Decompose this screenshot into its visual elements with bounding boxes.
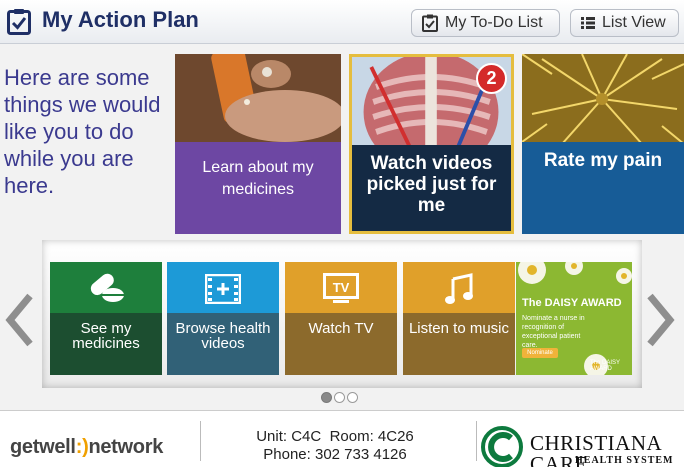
getwell-network-logo: getwell:)network bbox=[10, 436, 163, 459]
pager-dot[interactable] bbox=[347, 392, 358, 403]
tile-learn-medicines[interactable]: Learn about my medicines bbox=[175, 54, 341, 234]
intro-text: Here are some things we would like you t… bbox=[4, 65, 161, 198]
hospital-subtitle: HEALTH SYSTEM bbox=[575, 455, 674, 466]
card-listen-music[interactable]: Listen to music bbox=[403, 262, 515, 375]
tile-label: Rate my pain bbox=[543, 150, 663, 171]
card-icon-area bbox=[50, 262, 162, 315]
list-icon bbox=[581, 17, 595, 29]
card-label: Browse health videos bbox=[175, 320, 271, 352]
card-label: Watch TV bbox=[308, 320, 374, 337]
card-browse-videos[interactable]: Browse health videos bbox=[167, 262, 279, 375]
card-watch-tv[interactable]: TV Watch TV bbox=[285, 262, 397, 375]
tile-rate-pain[interactable]: Rate my pain bbox=[522, 54, 684, 234]
christiana-care-logo-icon bbox=[481, 426, 523, 467]
svg-text:TV: TV bbox=[333, 280, 350, 295]
card-see-medicines[interactable]: See my medicines bbox=[50, 262, 162, 375]
card-icon-area bbox=[167, 262, 279, 315]
carousel-pager bbox=[321, 392, 358, 403]
brand-left: getwell bbox=[10, 436, 76, 458]
list-view-button[interactable]: List View bbox=[570, 9, 679, 37]
page-title: My Action Plan bbox=[42, 7, 199, 32]
room-info: Unit: C4C Room: 4C26 Phone: 302 733 4126 bbox=[240, 428, 430, 464]
card-icon-area: TV bbox=[285, 262, 397, 315]
notification-badge: 2 bbox=[476, 63, 507, 94]
chevron-left-icon[interactable] bbox=[2, 292, 38, 348]
my-todo-list-label: My To-Do List bbox=[445, 14, 543, 31]
daisy-text: Nominate a nurse in recognition of excep… bbox=[522, 315, 585, 349]
clipboard-check-icon bbox=[7, 9, 31, 35]
brand-smile: :) bbox=[75, 436, 89, 458]
tv-icon: TV bbox=[323, 272, 359, 303]
card-label: See my medicines bbox=[72, 320, 140, 352]
daisy-title: The DAISY AWARD bbox=[522, 297, 622, 309]
pager-dot[interactable] bbox=[321, 392, 332, 403]
music-icon bbox=[445, 272, 473, 304]
card-icon-area bbox=[403, 262, 515, 315]
pager-dot[interactable] bbox=[334, 392, 345, 403]
footer-bar: getwell:)network Unit: C4C Room: 4C26 Ph… bbox=[0, 410, 684, 467]
my-todo-list-button[interactable]: My To-Do List bbox=[411, 9, 560, 37]
footer-divider bbox=[200, 421, 201, 461]
clipboard-icon bbox=[422, 14, 438, 32]
medicine-bottle-photo bbox=[175, 54, 341, 144]
pills-icon bbox=[90, 273, 124, 302]
cactus-photo bbox=[522, 54, 684, 144]
unit-room-text: Unit: C4C Room: 4C26 bbox=[256, 428, 414, 445]
list-view-label: List View bbox=[602, 14, 666, 31]
tile-label: Watch videos picked just for me bbox=[366, 153, 497, 216]
daisy-footer-text: The DAISY AWARD bbox=[590, 360, 620, 372]
chevron-right-icon[interactable] bbox=[642, 292, 678, 348]
brand-right: network bbox=[88, 436, 164, 458]
tile-watch-videos[interactable]: Watch videos picked just for me 2 bbox=[349, 54, 514, 234]
film-icon bbox=[205, 273, 241, 304]
phone-text: Phone: 302 733 4126 bbox=[263, 446, 407, 463]
card-daisy-award[interactable]: The DAISY AWARD Nominate a nurse in reco… bbox=[516, 262, 632, 375]
tile-label: Learn about my medicines bbox=[202, 159, 314, 198]
footer-divider bbox=[476, 421, 477, 461]
daisy-nominate-button: Nominate bbox=[522, 348, 558, 358]
header-bar: My Action Plan My To-Do List List View bbox=[0, 0, 684, 44]
card-label: Listen to music bbox=[408, 320, 510, 337]
